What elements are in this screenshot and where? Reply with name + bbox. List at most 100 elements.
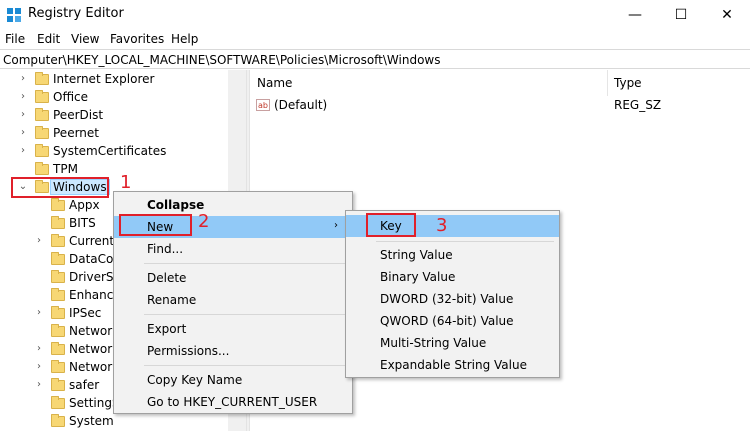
submenu-item-binary-value[interactable]: Binary Value xyxy=(346,266,559,288)
minimize-button[interactable]: — xyxy=(612,0,658,29)
folder-icon xyxy=(35,126,49,139)
tree-item-system[interactable]: System xyxy=(0,413,228,431)
tree-item-label: safer xyxy=(69,378,100,392)
chevron-right-icon[interactable]: › xyxy=(34,344,44,354)
menu-separator xyxy=(376,241,554,242)
menu-item-label: DWORD (32-bit) Value xyxy=(380,292,514,306)
tree-item-label: DataCol xyxy=(69,252,117,266)
menu-item-label: Rename xyxy=(147,293,197,307)
folder-icon xyxy=(51,360,65,373)
window-title: Registry Editor xyxy=(28,6,124,21)
folder-icon xyxy=(35,72,49,85)
folder-icon xyxy=(35,162,49,175)
submenu-item-dword-value[interactable]: DWORD (32-bit) Value xyxy=(346,288,559,310)
close-button[interactable]: ✕ xyxy=(704,0,750,29)
menu-bar: File Edit View Favorites Help xyxy=(0,29,750,49)
annotation-number-3: 3 xyxy=(436,215,448,236)
tree-item-label: SettingS xyxy=(69,396,120,410)
folder-icon xyxy=(51,252,65,265)
folder-icon xyxy=(51,306,65,319)
tree-item-internet-explorer[interactable]: › Internet Explorer xyxy=(0,71,228,89)
menu-item-permissions[interactable]: Permissions... xyxy=(114,340,352,362)
menu-item-label: Multi-String Value xyxy=(380,336,487,350)
submenu-item-qword-value[interactable]: QWORD (64-bit) Value xyxy=(346,310,559,332)
value-type: REG_SZ xyxy=(614,98,662,112)
tree-item-label: Office xyxy=(53,90,89,104)
menu-item-label: String Value xyxy=(380,248,453,262)
annotation-number-1: 1 xyxy=(120,172,132,193)
menu-item-label: QWORD (64-bit) Value xyxy=(380,314,514,328)
folder-icon xyxy=(35,108,49,121)
chevron-right-icon[interactable]: › xyxy=(34,308,44,318)
folder-icon xyxy=(51,216,65,229)
registry-editor-icon xyxy=(7,8,21,22)
menu-item-rename[interactable]: Rename xyxy=(114,289,352,311)
column-divider[interactable] xyxy=(607,70,608,96)
menu-item-export[interactable]: Export xyxy=(114,318,352,340)
tree-item-label: Peernet xyxy=(53,126,99,140)
tree-item-office[interactable]: › Office xyxy=(0,89,228,107)
menu-edit[interactable]: Edit xyxy=(37,32,60,46)
menu-item-find[interactable]: Find... xyxy=(114,238,352,260)
tree-item-label: BITS xyxy=(69,216,96,230)
annotation-number-2: 2 xyxy=(198,211,210,232)
folder-icon xyxy=(51,234,65,247)
address-bar[interactable]: Computer\HKEY_LOCAL_MACHINE\SOFTWARE\Pol… xyxy=(0,49,750,69)
menu-item-label: Collapse xyxy=(147,198,205,212)
chevron-right-icon[interactable]: › xyxy=(18,146,28,156)
folder-icon xyxy=(51,288,65,301)
menu-item-label: Expandable String Value xyxy=(380,358,527,372)
folder-icon xyxy=(51,324,65,337)
folder-icon xyxy=(35,90,49,103)
chevron-right-icon[interactable]: › xyxy=(34,362,44,372)
address-path[interactable]: Computer\HKEY_LOCAL_MACHINE\SOFTWARE\Pol… xyxy=(3,53,440,67)
tree-item-label: Network xyxy=(69,324,120,338)
annotation-box-1 xyxy=(11,177,109,198)
menu-file[interactable]: File xyxy=(5,32,25,46)
chevron-right-icon[interactable]: › xyxy=(18,92,28,102)
chevron-right-icon[interactable]: › xyxy=(18,110,28,120)
menu-item-label: Delete xyxy=(147,271,187,285)
menu-item-collapse[interactable]: Collapse xyxy=(114,194,352,216)
tree-item-label: PeerDist xyxy=(53,108,104,122)
chevron-right-icon[interactable]: › xyxy=(18,128,28,138)
menu-item-label: Copy Key Name xyxy=(147,373,243,387)
tree-item-systemcertificates[interactable]: › SystemCertificates xyxy=(0,143,228,161)
tree-item-label: Network xyxy=(69,360,120,374)
tree-item-label: Network xyxy=(69,342,120,356)
column-header-name[interactable]: Name xyxy=(257,76,292,90)
tree-item-label: SystemCertificates xyxy=(53,144,167,158)
menu-separator xyxy=(144,263,348,264)
annotation-box-3 xyxy=(366,213,416,237)
menu-item-delete[interactable]: Delete xyxy=(114,267,352,289)
folder-icon xyxy=(51,414,65,427)
tree-item-label: IPSec xyxy=(69,306,102,320)
menu-view[interactable]: View xyxy=(71,32,99,46)
menu-help[interactable]: Help xyxy=(171,32,198,46)
chevron-right-icon[interactable]: › xyxy=(34,236,44,246)
menu-separator xyxy=(144,314,348,315)
menu-favorites[interactable]: Favorites xyxy=(110,32,164,46)
submenu-item-multi-string-value[interactable]: Multi-String Value xyxy=(346,332,559,354)
tree-item-peerdist[interactable]: › PeerDist xyxy=(0,107,228,125)
tree-item-label: System xyxy=(69,414,114,428)
tree-item-label: Internet Explorer xyxy=(53,72,155,86)
folder-icon xyxy=(51,378,65,391)
column-header-type[interactable]: Type xyxy=(614,76,642,90)
value-row[interactable]: ab (Default) REG_SZ xyxy=(250,97,750,115)
chevron-right-icon[interactable]: › xyxy=(18,74,28,84)
tree-item-peernet[interactable]: › Peernet xyxy=(0,125,228,143)
folder-icon xyxy=(51,198,65,211)
annotation-box-2 xyxy=(119,214,192,236)
submenu-item-string-value[interactable]: String Value xyxy=(346,244,559,266)
menu-item-label: Find... xyxy=(147,242,184,256)
tree-item-label: Appx xyxy=(69,198,100,212)
folder-icon xyxy=(51,396,65,409)
chevron-right-icon[interactable]: › xyxy=(34,380,44,390)
chevron-right-icon: › xyxy=(334,220,338,231)
menu-item-copy-key-name[interactable]: Copy Key Name xyxy=(114,369,352,391)
maximize-button[interactable]: ☐ xyxy=(658,0,704,29)
menu-item-label: Permissions... xyxy=(147,344,230,358)
submenu-item-expandable-string-value[interactable]: Expandable String Value xyxy=(346,354,559,376)
menu-item-goto-hkcu[interactable]: Go to HKEY_CURRENT_USER xyxy=(114,391,352,413)
